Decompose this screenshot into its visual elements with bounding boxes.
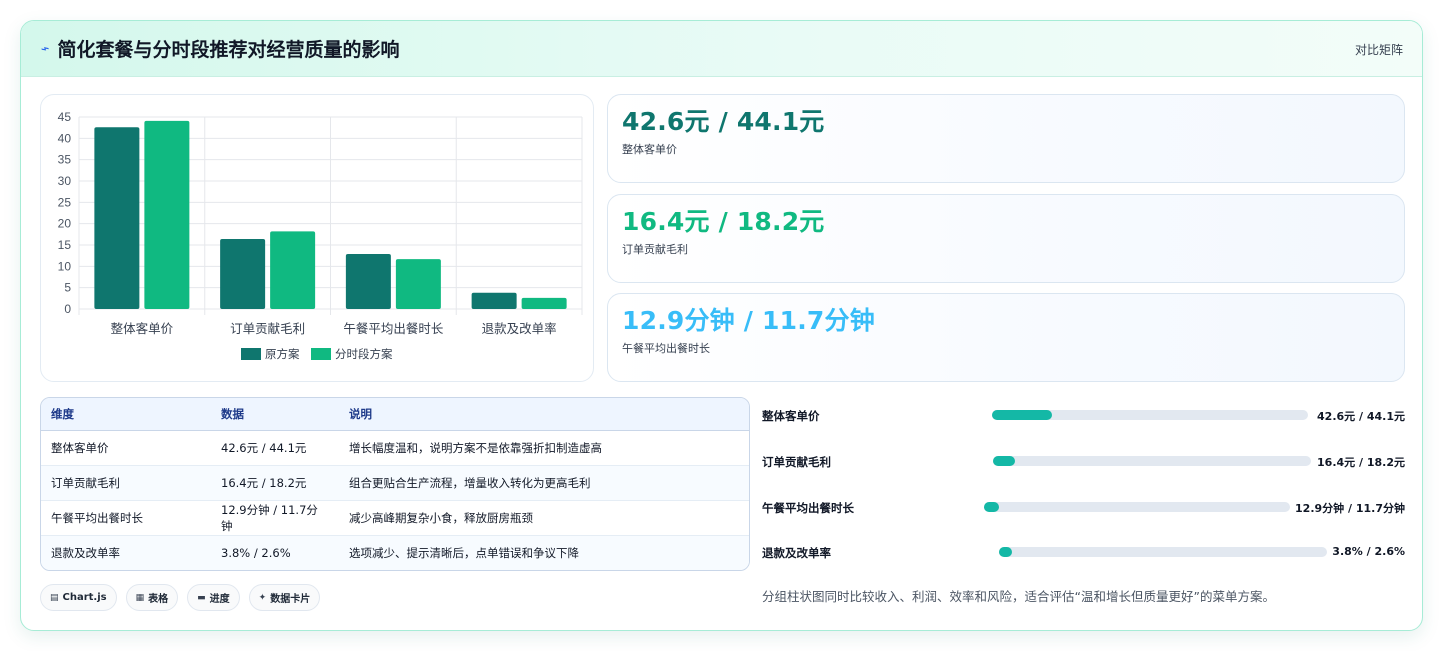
progress-label: 午餐平均出餐时长: [762, 501, 854, 515]
column-header: 说明: [339, 398, 749, 431]
x-tick-label: 整体客单价: [111, 321, 174, 336]
card-header: ⌁ 简化套餐与分时段推荐对经营质量的影响 对比矩阵: [21, 21, 1422, 77]
progress-track: [999, 547, 1327, 557]
column-header: 维度: [41, 398, 211, 431]
table-cell: 3.8% / 2.6%: [211, 535, 339, 570]
y-tick-label: 45: [58, 110, 72, 124]
table-cell: 增长幅度温和，说明方案不是依靠强折扣制造虚高: [339, 430, 749, 466]
chip-table[interactable]: ▦ 表格: [125, 584, 179, 611]
chip-label: 数据卡片: [270, 594, 311, 605]
progress-label: 退款及改单率: [762, 546, 831, 560]
table-cell: 16.4元 / 18.2元: [211, 465, 339, 501]
card-title: 简化套餐与分时段推荐对经营质量的影响: [57, 39, 400, 61]
x-tick-label: 午餐平均出餐时长: [343, 321, 444, 336]
main-card: ⌁ 简化套餐与分时段推荐对经营质量的影响 对比矩阵 0 5 10 15 20 25 30 35…: [20, 20, 1423, 631]
table-icon: ▦: [135, 592, 145, 603]
tech-chips: ▤ Chart.js ▦ 表格 ▬ 进度 ✦ 数据卡片: [40, 584, 321, 611]
y-tick-label: 10: [58, 259, 72, 273]
progress-row-gross-profit: 订单贡献毛利 16.4元 / 18.2元: [762, 451, 1407, 471]
chart-icon: ▤: [50, 592, 59, 603]
kpi-label: 整体客单价: [622, 143, 677, 156]
chart-note: 分组柱状图同时比较收入、利润、效率和风险，适合评估“温和增长但质量更好”的菜单方…: [762, 589, 1275, 604]
progress-fill: [993, 456, 1016, 466]
bar-original: [220, 239, 266, 309]
y-tick-label: 35: [58, 153, 72, 167]
bar-chart: 0 5 10 15 20 25 30 35 40 45 整体客单价 订单贡献毛利 午餐平均出餐时长 退款及…: [40, 94, 594, 382]
kpi-value: 12.9分钟 / 11.7分钟: [622, 306, 875, 335]
progress-row-refund-rate: 退款及改单率 3.8% / 2.6%: [762, 542, 1407, 562]
table-cell: 12.9分钟 / 11.7分钟: [211, 500, 339, 536]
y-tick-label: 5: [64, 281, 71, 295]
bar-chart-svg: 0 5 10 15 20 25 30 35 40 45 整体客单价 订单贡献毛利 午餐平均出餐时长 退款及…: [58, 110, 583, 361]
table-header-row: 维度 数据 说明: [41, 398, 749, 431]
progress-row-avg-ticket: 整体客单价 42.6元 / 44.1元: [762, 405, 1407, 425]
y-tick-label: 40: [58, 131, 72, 145]
progress-value: 42.6元 / 44.1元: [1317, 410, 1405, 423]
y-tick-label: 15: [58, 238, 72, 252]
kpi-label: 订单贡献毛利: [622, 243, 688, 256]
progress-fill: [999, 547, 1013, 557]
progress-row-lunch-time: 午餐平均出餐时长 12.9分钟 / 11.7分钟: [762, 497, 1407, 517]
legend-swatch: [311, 348, 331, 360]
y-tick-label: 20: [58, 217, 72, 231]
x-tick-label: 退款及改单率: [482, 321, 557, 336]
chip-chartjs[interactable]: ▤ Chart.js: [40, 584, 117, 611]
table-cell: 整体客单价: [41, 430, 211, 466]
progress-track: [993, 456, 1311, 466]
lightning-icon: ⌁: [38, 39, 52, 58]
bar-timeslot: [395, 259, 441, 309]
table-cell: 减少高峰期复杂小食，释放厨房瓶颈: [339, 500, 749, 536]
chip-progress[interactable]: ▬ 进度: [187, 584, 240, 611]
chip-data-card[interactable]: ✦ 数据卡片: [248, 584, 321, 611]
chip-label: Chart.js: [62, 592, 107, 603]
legend-swatch: [241, 348, 261, 360]
table-cell: 选项减少、提示清晰后，点单错误和争议下降: [339, 535, 749, 570]
table-row: 午餐平均出餐时长 12.9分钟 / 11.7分钟 减少高峰期复杂小食，释放厨房瓶…: [41, 500, 749, 536]
y-tick-label: 0: [64, 302, 71, 316]
bar-original: [345, 253, 391, 309]
kpi-card-avg-ticket: 42.6元 / 44.1元 整体客单价: [607, 94, 1405, 183]
progress-value: 16.4元 / 18.2元: [1317, 456, 1405, 469]
table-cell: 订单贡献毛利: [41, 465, 211, 501]
comparison-table: 维度 数据 说明 整体客单价 42.6元 / 44.1元 增长幅度温和，说明方案…: [40, 397, 750, 571]
comparison-matrix-tag: 对比矩阵: [1354, 43, 1403, 57]
x-tick-label: 订单贡献毛利: [230, 321, 305, 336]
bar-original: [94, 127, 140, 309]
y-tick-label: 25: [58, 195, 72, 209]
kpi-label: 午餐平均出餐时长: [622, 342, 710, 355]
bar-timeslot: [144, 120, 190, 309]
table-cell: 退款及改单率: [41, 535, 211, 570]
bar-timeslot: [270, 231, 316, 309]
table-cell: 组合更贴合生产流程，增量收入转化为更高毛利: [339, 465, 749, 501]
table-cell: 午餐平均出餐时长: [41, 500, 211, 536]
table-row: 退款及改单率 3.8% / 2.6% 选项减少、提示清晰后，点单错误和争议下降: [41, 535, 749, 570]
kpi-value: 16.4元 / 18.2元: [622, 207, 825, 236]
progress-track: [984, 502, 1290, 512]
kpi-card-lunch-time: 12.9分钟 / 11.7分钟 午餐平均出餐时长: [607, 293, 1405, 382]
table-row: 整体客单价 42.6元 / 44.1元 增长幅度温和，说明方案不是依靠强折扣制造…: [41, 430, 749, 466]
progress-fill: [992, 410, 1053, 420]
bar-original: [471, 292, 517, 309]
y-tick-label: 30: [58, 174, 72, 188]
table-cell: 42.6元 / 44.1元: [211, 430, 339, 466]
progress-label: 订单贡献毛利: [762, 455, 831, 469]
column-header: 数据: [211, 398, 339, 431]
table-row: 订单贡献毛利 16.4元 / 18.2元 组合更贴合生产流程，增量收入转化为更高…: [41, 465, 749, 501]
sparkle-icon: ✦: [258, 592, 267, 603]
kpi-card-gross-profit: 16.4元 / 18.2元 订单贡献毛利: [607, 194, 1405, 283]
chip-label: 进度: [209, 594, 230, 605]
progress-track: [992, 410, 1308, 420]
chip-label: 表格: [148, 594, 169, 605]
kpi-value: 42.6元 / 44.1元: [622, 107, 825, 136]
legend-label: 分时段方案: [335, 347, 393, 361]
progress-label: 整体客单价: [762, 409, 820, 423]
progress-icon: ▬: [197, 592, 206, 603]
progress-fill: [984, 502, 1000, 512]
legend-label: 原方案: [265, 347, 300, 361]
bar-timeslot: [521, 297, 567, 309]
progress-value: 3.8% / 2.6%: [1332, 545, 1405, 558]
progress-value: 12.9分钟 / 11.7分钟: [1295, 502, 1405, 515]
